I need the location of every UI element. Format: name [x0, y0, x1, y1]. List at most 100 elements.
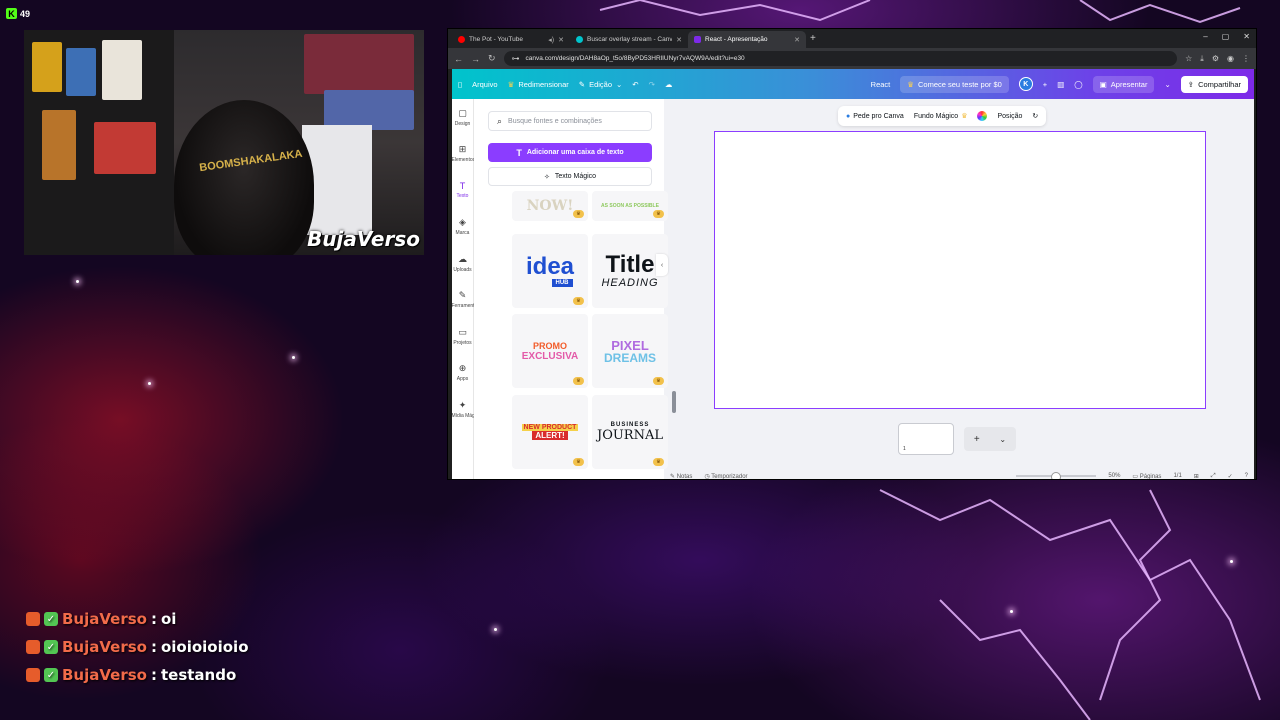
magic-media-icon: ✦	[458, 399, 467, 410]
crown-icon: ♛	[961, 113, 968, 120]
help-icon[interactable]: ?	[1245, 473, 1248, 479]
rail-tools[interactable]: ✎ Ferramentas	[452, 282, 474, 319]
tab-label: The Pot - YouTube	[469, 36, 523, 43]
magic-wand-icon: ✧	[543, 173, 550, 181]
close-icon[interactable]: ✕	[676, 36, 682, 44]
rail-label: Mídia Mágica	[451, 412, 474, 419]
check-icon[interactable]: ✓	[1228, 473, 1233, 480]
timer-button[interactable]: ◷ Temporizador	[704, 473, 747, 480]
avatar[interactable]: K	[1018, 77, 1033, 91]
person	[174, 100, 314, 255]
present-button[interactable]: ▣ Apresentar	[1092, 75, 1155, 93]
text-template-tile[interactable]: BUSINESS JOURNAL ♛	[592, 395, 668, 469]
rail-uploads[interactable]: ☁ Uploads	[452, 245, 473, 282]
cloud-save-icon[interactable]: ☁	[665, 80, 673, 89]
forward-icon[interactable]: →	[471, 54, 480, 64]
chat-text: oioioioioio	[160, 638, 249, 656]
redo-icon[interactable]: ↷	[649, 80, 655, 89]
site-info-icon[interactable]: ⊶	[512, 54, 520, 63]
edit-mode-button[interactable]: ✎ Edição ⌄	[579, 80, 623, 89]
ask-canva-button[interactable]: ● Pede pro Canva	[846, 113, 904, 120]
project-name[interactable]: React	[871, 80, 891, 89]
back-icon[interactable]: ←	[454, 54, 463, 64]
rail-apps[interactable]: ⊕ Apps	[452, 355, 473, 392]
close-icon[interactable]: ✕	[794, 36, 800, 44]
zoom-slider[interactable]	[1016, 472, 1097, 479]
undo-icon[interactable]: ↶	[632, 80, 638, 89]
position-button[interactable]: Posição	[997, 113, 1022, 120]
text-template-tile[interactable]: NOW! ♛	[512, 191, 588, 221]
crown-icon: ♛	[507, 79, 515, 89]
tile-text: AS SOON AS POSSIBLE	[601, 203, 659, 209]
reload-icon[interactable]: ↻	[488, 53, 496, 64]
zoom-level[interactable]: 50%	[1108, 473, 1120, 479]
trial-button[interactable]: ♛ Comece seu teste por $0	[900, 75, 1009, 93]
fullscreen-icon[interactable]: ⤢	[1211, 473, 1216, 480]
pages-button[interactable]: ▭ Páginas	[1132, 473, 1161, 480]
add-text-box-button[interactable]: T Adicionar uma caixa de texto	[488, 143, 652, 162]
canva-editor: ▯ Arquivo ♛ Redimensionar ✎ Edição ⌄ ↶ ↷…	[451, 69, 1254, 480]
text-panel: ⌕ Busque fontes e combinações T Adiciona…	[474, 99, 676, 479]
collapse-panel-button[interactable]: ‹	[656, 254, 668, 276]
rail-brand[interactable]: ◈ Marca	[452, 209, 473, 246]
window-controls: – ▢ ✕	[1203, 32, 1250, 41]
insights-icon[interactable]: ▥	[1057, 80, 1064, 89]
download-icon[interactable]: ⤓	[1200, 54, 1204, 64]
tab-youtube[interactable]: The Pot - YouTube ◂) ✕	[452, 31, 570, 48]
tab-react[interactable]: React - Apresentação ✕	[688, 31, 806, 48]
maximize-icon[interactable]: ▢	[1222, 32, 1230, 41]
grid-view-icon[interactable]: ⊞	[1194, 473, 1199, 480]
close-window-icon[interactable]: ✕	[1243, 32, 1250, 41]
chevron-down-icon[interactable]: ⌄	[1164, 80, 1170, 89]
menu-icon[interactable]: ⋮	[1242, 54, 1250, 63]
rail-projects[interactable]: ▭ Projetos	[452, 318, 473, 355]
magic-background-button[interactable]: Fundo Mágico ♛	[914, 112, 968, 121]
ask-canva-label: Pede pro Canva	[853, 112, 904, 120]
text-template-tile[interactable]: PIXEL DREAMS ♛	[592, 314, 668, 388]
text-template-tile[interactable]: NEW PRODUCT ALERT! ♛	[512, 395, 588, 469]
chat-colon: :	[150, 666, 157, 684]
rail-label: Texto	[456, 193, 469, 200]
text-template-tile[interactable]: idea HUB ♛	[512, 234, 588, 308]
rail-design[interactable]: ▢ Design	[452, 99, 473, 136]
profile-icon[interactable]: ◉	[1227, 54, 1234, 63]
notes-button[interactable]: ✎ Notas	[670, 473, 692, 480]
font-search-input[interactable]: ⌕ Busque fontes e combinações	[488, 111, 652, 131]
sidebar-toggle-icon[interactable]: ▯	[458, 80, 462, 89]
tab-canva-search[interactable]: Buscar overlay stream - Canva ✕	[570, 31, 688, 48]
add-page-button[interactable]: + ⌄	[964, 427, 1016, 451]
rail-magic-media[interactable]: ✦ Mídia Mágica	[451, 391, 474, 428]
mod-badge-icon	[26, 668, 40, 682]
magic-text-button[interactable]: ✧ Texto Mágico	[488, 167, 652, 186]
trial-label: Comece seu teste por $0	[918, 79, 1002, 89]
new-tab-icon[interactable]: +	[810, 33, 816, 44]
text-template-tile[interactable]: PROMO EXCLUSIVA ♛	[512, 314, 588, 388]
speaker-icon[interactable]: ◂)	[548, 36, 554, 44]
file-menu[interactable]: Arquivo	[472, 80, 497, 89]
search-placeholder: Busque fontes e combinações	[508, 117, 602, 125]
bookmark-star-icon[interactable]: ☆	[1185, 54, 1192, 63]
url-field[interactable]: ⊶ canva.com/design/DAH8aOp_t5o/8ByPD53HR…	[503, 51, 1178, 66]
close-icon[interactable]: ✕	[558, 36, 564, 44]
poster	[42, 110, 76, 180]
poster	[32, 42, 62, 92]
rail-label: Uploads	[453, 266, 472, 273]
tile-text: idea	[525, 253, 575, 280]
extensions-icon[interactable]: ⚙	[1212, 54, 1219, 63]
refresh-icon[interactable]: ↻	[1032, 112, 1038, 120]
design-canvas[interactable]	[714, 131, 1206, 409]
add-collaborator-icon[interactable]: +	[1043, 80, 1047, 89]
resize-button[interactable]: ♛ Redimensionar	[508, 80, 569, 89]
comment-icon[interactable]: ◯	[1074, 80, 1082, 89]
color-picker-icon[interactable]	[977, 111, 988, 121]
minimize-icon[interactable]: –	[1203, 32, 1207, 41]
rail-text[interactable]: T Texto	[452, 172, 473, 209]
page-thumbnail[interactable]: 1	[898, 423, 954, 455]
edit-label: Edição	[589, 79, 612, 89]
text-template-tile[interactable]: AS SOON AS POSSIBLE ♛	[592, 191, 668, 221]
panel-scrollbar[interactable]	[672, 391, 676, 413]
rail-elements[interactable]: ⊞ Elementos	[452, 136, 474, 173]
kick-logo-icon: K	[6, 8, 17, 19]
rail-label: Projetos	[453, 339, 472, 346]
share-button[interactable]: ⇪ Compartilhar	[1180, 75, 1248, 93]
